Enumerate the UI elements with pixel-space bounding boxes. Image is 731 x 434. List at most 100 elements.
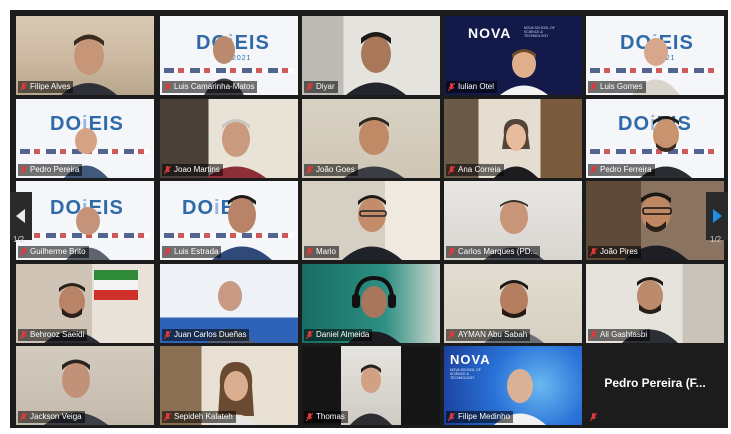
participant-tile[interactable]: Ana Correia <box>444 99 582 178</box>
mic-muted-icon <box>590 330 597 339</box>
participant-name-tag: Sepideh Kalateh <box>162 411 236 423</box>
participant-tile[interactable]: Jackson Veiga <box>16 346 154 425</box>
participant-name: AYMAN Abu Sabah <box>458 330 528 339</box>
mic-muted-icon <box>306 412 313 421</box>
participant-name-tag: Behrooz Saeidi <box>18 329 88 341</box>
mic-muted-icon <box>448 82 455 91</box>
participant-tile[interactable]: Diyar <box>302 16 440 95</box>
participant-name: Jackson Veiga <box>30 412 82 421</box>
participant-name-tag: Carlos Marques (PD... <box>446 246 541 258</box>
participant-tile-no-video[interactable]: Pedro Pereira (F... <box>586 346 724 425</box>
participant-tile[interactable]: Behrooz Saeidi <box>16 264 154 343</box>
participant-tile[interactable]: DOiEIS 2021 Luis Camarinha-Matos <box>160 16 298 95</box>
participant-name: Juan Carlos Dueñas <box>174 330 247 339</box>
mic-muted-icon <box>20 82 27 91</box>
participant-name-tag: Guilherme Brito <box>18 246 89 258</box>
video-gallery: Filipe Alves DOiEIS 2021 Luis Camarinha-… <box>10 10 728 428</box>
mic-muted-icon <box>448 412 455 421</box>
page-indicator-right: 1/2 <box>710 235 722 244</box>
participant-name: Ali Gashtasbi <box>600 330 648 339</box>
participant-name-tag: Pedro Ferreira <box>588 164 655 176</box>
participant-name: Pedro Pereira <box>30 165 80 174</box>
participant-name: Pedro Ferreira <box>600 165 652 174</box>
mic-muted-icon <box>590 82 597 91</box>
mic-muted-icon <box>590 412 597 421</box>
participant-tile-active-speaker[interactable]: DOiEIS Pedro Pereira <box>16 99 154 178</box>
participant-tile[interactable]: Thomas <box>302 346 440 425</box>
participant-tile[interactable]: Mario <box>302 181 440 260</box>
participant-name: Mario <box>316 247 337 256</box>
participant-name: Luis Camarinha-Matos <box>174 82 255 91</box>
participant-tile[interactable]: NOVA NOVA SCHOOL OF SCIENCE & TECHNOLOGY… <box>444 346 582 425</box>
participant-name: Luis Estrada <box>174 247 219 256</box>
participant-name: Iulian Otel <box>458 82 495 91</box>
mic-muted-icon <box>448 165 455 174</box>
participant-name-tag <box>588 411 603 423</box>
mic-muted-icon <box>448 247 455 256</box>
mic-muted-icon <box>306 247 313 256</box>
participant-name: Thomas <box>316 412 345 421</box>
participant-name-tag: Luis Estrada <box>162 246 222 258</box>
participant-tile[interactable]: Daniel Almeida <box>302 264 440 343</box>
chevron-left-icon <box>16 209 25 223</box>
page-indicator-left: 1/2 <box>13 235 25 244</box>
participant-tile[interactable]: DOiEIS Pedro Ferreira <box>586 99 724 178</box>
mic-muted-icon <box>590 247 597 256</box>
participant-name-tag: Thomas <box>304 411 348 423</box>
participant-tile[interactable]: DOiEIS Guilherme Brito <box>16 181 154 260</box>
participant-tile[interactable]: Joao Martins <box>160 99 298 178</box>
participant-tile[interactable]: João Pires <box>586 181 724 260</box>
participant-name: Carlos Marques (PD... <box>458 247 538 256</box>
mic-muted-icon <box>20 330 27 339</box>
participant-tile[interactable]: Juan Carlos Dueñas <box>160 264 298 343</box>
participant-name: Joao Martins <box>174 165 220 174</box>
participant-name: João Pires <box>600 247 638 256</box>
mic-muted-icon <box>164 82 171 91</box>
participant-name: Guilherme Brito <box>30 247 86 256</box>
participant-tile[interactable]: João Goes <box>302 99 440 178</box>
mic-muted-icon <box>20 247 27 256</box>
participant-name: Luis Gomes <box>600 82 643 91</box>
participant-name-tag: Luis Gomes <box>588 81 646 93</box>
participant-tile[interactable]: Filipe Alves <box>16 16 154 95</box>
participant-name-tag: João Goes <box>304 164 358 176</box>
participant-tile[interactable]: AYMAN Abu Sabah <box>444 264 582 343</box>
participant-name-tag: Iulian Otel <box>446 81 498 93</box>
mic-muted-icon <box>164 165 171 174</box>
participant-name-tag: Diyar <box>304 81 338 93</box>
participant-name: Filipe Alves <box>30 82 71 91</box>
participant-name: Diyar <box>316 82 335 91</box>
participant-tile[interactable]: Sepideh Kalateh <box>160 346 298 425</box>
chevron-right-icon <box>713 209 722 223</box>
participant-display-name: Pedro Pereira (F... <box>604 376 706 390</box>
participant-name-tag: Joao Martins <box>162 164 223 176</box>
participant-tile[interactable]: DOiEIS Luis Estrada <box>160 181 298 260</box>
mic-muted-icon <box>306 330 313 339</box>
participant-tile[interactable]: Carlos Marques (PD... <box>444 181 582 260</box>
participant-name-tag: Ali Gashtasbi <box>588 329 651 341</box>
participant-name-tag: Filipe Medinho <box>446 411 514 423</box>
mic-muted-icon <box>306 165 313 174</box>
participant-name: Behrooz Saeidi <box>30 330 85 339</box>
mic-muted-icon <box>590 165 597 174</box>
participant-tile[interactable]: NOVA NOVA SCHOOL OF SCIENCE & TECHNOLOGY… <box>444 16 582 95</box>
mic-muted-icon <box>448 330 455 339</box>
mic-muted-icon <box>164 247 171 256</box>
mic-muted-icon <box>20 165 27 174</box>
participant-name-tag: Pedro Pereira <box>18 164 83 176</box>
participant-name-tag: Juan Carlos Dueñas <box>162 329 250 341</box>
participant-name: João Goes <box>316 165 355 174</box>
participant-name: Sepideh Kalateh <box>174 412 233 421</box>
mic-muted-icon <box>20 412 27 421</box>
participant-name-tag: Luis Camarinha-Matos <box>162 81 258 93</box>
mic-muted-icon <box>164 330 171 339</box>
participant-name: Daniel Almeida <box>316 330 370 339</box>
next-page-button[interactable] <box>706 192 728 240</box>
mic-muted-icon <box>306 82 313 91</box>
previous-page-button[interactable] <box>10 192 32 240</box>
participant-tile[interactable]: Ali Gashtasbi <box>586 264 724 343</box>
participant-name-tag: Daniel Almeida <box>304 329 373 341</box>
participant-name-tag: Filipe Alves <box>18 81 74 93</box>
participant-tile[interactable]: DOiEIS 2021 Luis Gomes <box>586 16 724 95</box>
participant-name: Ana Correia <box>458 165 501 174</box>
